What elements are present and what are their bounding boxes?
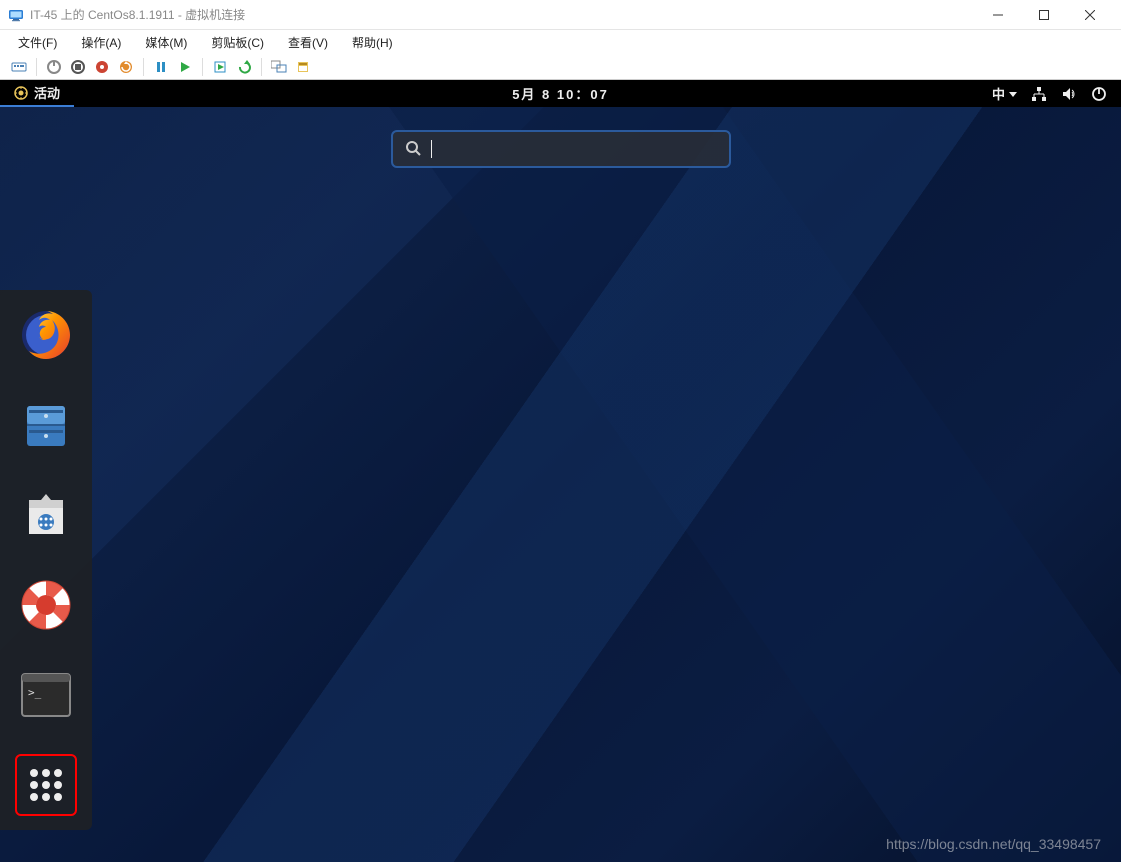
menu-clipboard[interactable]: 剪贴板(C) <box>201 32 274 53</box>
search-input[interactable] <box>442 141 717 157</box>
menu-view[interactable]: 查看(V) <box>278 32 338 53</box>
activities-button[interactable]: 活动 <box>0 80 74 107</box>
gnome-search-box[interactable] <box>391 130 731 168</box>
hyperv-toolbar <box>0 54 1121 80</box>
menu-action[interactable]: 操作(A) <box>71 32 131 53</box>
search-icon <box>405 140 421 159</box>
menu-help[interactable]: 帮助(H) <box>342 32 403 53</box>
dock-item-terminal[interactable]: >_ <box>15 664 77 726</box>
dock-item-app-grid[interactable] <box>15 754 77 816</box>
start-icon[interactable] <box>176 58 194 76</box>
menu-file[interactable]: 文件(F) <box>8 32 67 53</box>
hyperv-menubar: 文件(F) 操作(A) 媒体(M) 剪贴板(C) 查看(V) 帮助(H) <box>0 30 1121 54</box>
turn-off-icon[interactable] <box>45 58 63 76</box>
power-icon[interactable] <box>1091 86 1107 102</box>
svg-text:>_: >_ <box>28 686 42 699</box>
dock-item-firefox[interactable] <box>15 304 77 366</box>
window-title: IT-45 上的 CentOs8.1.1911 - 虚拟机连接 <box>30 6 245 23</box>
ctrl-alt-del-icon[interactable] <box>10 58 28 76</box>
reset-icon[interactable] <box>117 58 135 76</box>
pause-icon[interactable] <box>152 58 170 76</box>
dock-item-software[interactable] <box>15 484 77 546</box>
enhanced-session-icon[interactable] <box>270 58 288 76</box>
dock-item-files[interactable] <box>15 394 77 456</box>
share-icon[interactable] <box>294 58 312 76</box>
revert-icon[interactable] <box>235 58 253 76</box>
close-button[interactable] <box>1067 0 1113 30</box>
activities-label: 活动 <box>34 83 60 102</box>
text-cursor <box>431 140 432 158</box>
volume-icon[interactable] <box>1061 86 1077 102</box>
network-icon[interactable] <box>1031 86 1047 102</box>
menu-media[interactable]: 媒体(M) <box>135 32 197 53</box>
ime-indicator[interactable]: 中 <box>992 84 1017 103</box>
gnome-dock: >_ <box>0 290 92 830</box>
gnome-desktop: 活动 5月 8 10：07 中 <box>0 80 1121 862</box>
gnome-clock[interactable]: 5月 8 10：07 <box>512 84 609 103</box>
chevron-down-icon <box>1009 90 1017 98</box>
dock-item-help[interactable] <box>15 574 77 636</box>
hyperv-app-icon <box>8 7 24 23</box>
watermark-text: https://blog.csdn.net/qq_33498457 <box>886 836 1101 852</box>
checkpoint-icon[interactable] <box>211 58 229 76</box>
shutdown-icon[interactable] <box>69 58 87 76</box>
hyperv-titlebar: IT-45 上的 CentOs8.1.1911 - 虚拟机连接 <box>0 0 1121 30</box>
ime-label: 中 <box>992 84 1005 103</box>
gnome-topbar: 活动 5月 8 10：07 中 <box>0 80 1121 107</box>
activities-icon <box>14 86 28 100</box>
minimize-button[interactable] <box>975 0 1021 30</box>
save-icon[interactable] <box>93 58 111 76</box>
gnome-status-area[interactable]: 中 <box>992 84 1121 103</box>
maximize-button[interactable] <box>1021 0 1067 30</box>
